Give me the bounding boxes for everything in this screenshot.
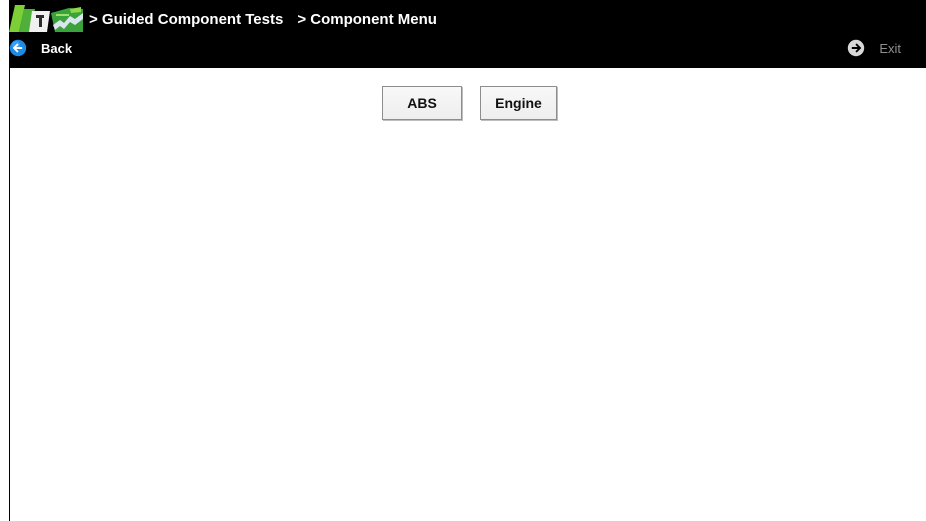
engine-button[interactable]: Engine [480, 86, 557, 120]
breadcrumb: > Guided Component Tests > Component Men… [89, 9, 437, 29]
top-navigation-bar: > Guided Component Tests > Component Men… [9, 0, 926, 68]
abs-button[interactable]: ABS [382, 86, 462, 120]
component-menu-screen: > Guided Component Tests > Component Men… [0, 0, 926, 521]
left-border-line [9, 68, 10, 521]
component-menu-buttons: ABS Engine [382, 86, 557, 120]
breadcrumb-component-menu: > Component Menu [297, 10, 437, 28]
back-label: Back [41, 40, 73, 56]
app-logo-graphic [9, 5, 83, 32]
breadcrumb-guided-component-tests[interactable]: > Guided Component Tests [89, 11, 283, 28]
exit-label: Exit [879, 40, 901, 56]
exit-button[interactable]: Exit [847, 37, 901, 59]
app-logo-icon[interactable] [9, 5, 83, 32]
exit-arrow-icon [848, 39, 865, 57]
back-button[interactable]: Back [9, 37, 72, 59]
back-arrow-icon [9, 39, 27, 57]
